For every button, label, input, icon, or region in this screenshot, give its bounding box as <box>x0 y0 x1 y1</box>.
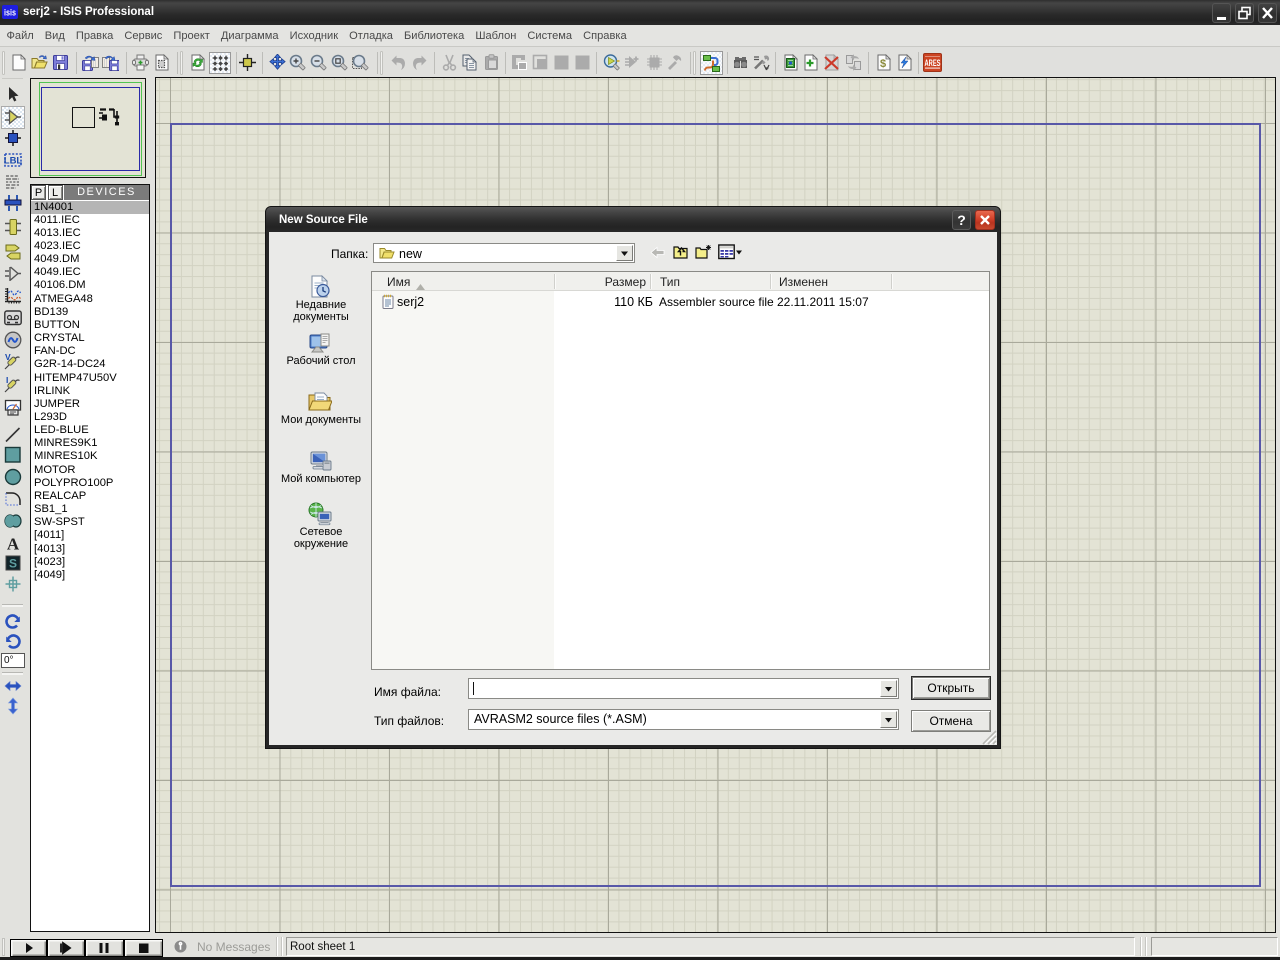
svg-text:isis: isis <box>4 8 16 19</box>
svg-text:A: A <box>7 535 20 553</box>
svg-text:ARES: ARES <box>925 58 941 68</box>
svg-text:I: I <box>6 376 8 385</box>
svg-text:S: S <box>9 557 17 571</box>
svg-text:$: $ <box>880 58 886 70</box>
svg-text:LBL: LBL <box>4 156 22 167</box>
